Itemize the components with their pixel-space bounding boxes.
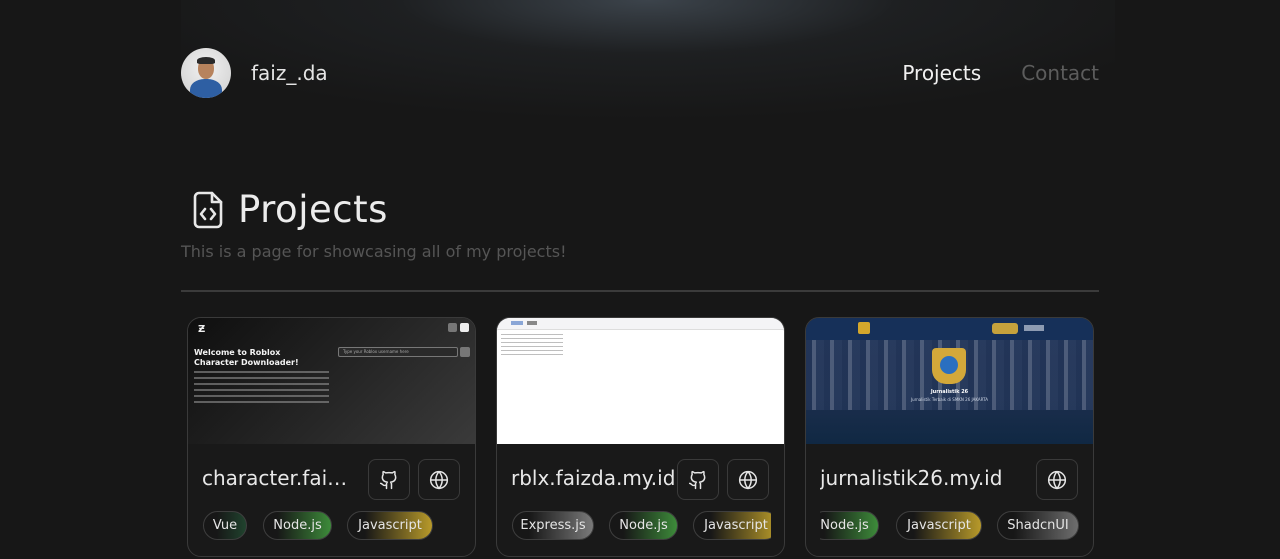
tag-list: Express.js Node.js Javascript <box>511 511 771 541</box>
site-header: faiz_.da Projects Contact <box>181 48 1099 98</box>
preview-heading: Welcome to Roblox Character Downloader! <box>194 348 299 367</box>
project-card[interactable]: Jurnalistik 26 Jurnalistik Terbaik di SM… <box>805 317 1094 557</box>
website-button[interactable] <box>418 459 460 500</box>
tag: Node.js <box>820 511 879 540</box>
github-button[interactable] <box>368 459 410 500</box>
website-button[interactable] <box>727 459 769 500</box>
project-card[interactable]: rblx.faizda.my.id Express.js Node.js Jav… <box>496 317 785 557</box>
divider <box>181 290 1099 292</box>
tag-list: Vue Node.js Javascript <box>202 511 462 541</box>
project-card[interactable]: Ƶ Welcome to Roblox Character Downloader… <box>187 317 476 557</box>
globe-icon <box>738 470 758 489</box>
preview-subheading: Jurnalistik Terbaik di SMKN 26 JAKARTA <box>910 397 989 402</box>
project-title[interactable]: jurnalistik26.my.id <box>820 466 1020 490</box>
page-title: Projects <box>238 188 388 231</box>
tag: Node.js <box>609 511 678 540</box>
tag: Express.js <box>512 511 594 540</box>
preview-logo: Ƶ <box>198 324 206 335</box>
school-crest-icon <box>932 348 966 384</box>
tag-list: Node.js Javascript ShadcnUI <box>820 511 1080 541</box>
avatar[interactable] <box>181 48 231 98</box>
github-button[interactable] <box>677 459 719 500</box>
tag: Node.js <box>263 511 332 540</box>
tag: Javascript <box>347 511 433 540</box>
nav-contact[interactable]: Contact <box>1021 61 1099 85</box>
project-preview[interactable] <box>497 318 784 444</box>
globe-icon <box>1047 470 1067 489</box>
tag: Vue <box>203 511 247 540</box>
globe-icon <box>429 470 449 489</box>
github-icon <box>379 470 397 489</box>
project-title[interactable]: character.faiz... <box>202 466 354 490</box>
project-title[interactable]: rblx.faizda.my.id <box>511 466 677 490</box>
tag: Javascript <box>693 511 771 540</box>
brand-name[interactable]: faiz_.da <box>251 61 328 85</box>
main-nav: Projects Contact <box>902 61 1099 85</box>
github-icon <box>688 470 706 489</box>
page-title-row: Projects <box>191 188 388 231</box>
preview-input: Type your Roblox username here <box>338 347 458 357</box>
preview-heading: Jurnalistik 26 <box>930 389 969 395</box>
website-button[interactable] <box>1036 459 1078 500</box>
project-preview[interactable]: Ƶ Welcome to Roblox Character Downloader… <box>188 318 475 444</box>
tag: ShadcnUI <box>997 511 1079 540</box>
tag: Javascript <box>896 511 982 540</box>
file-code-icon <box>193 191 223 228</box>
page-subtitle: This is a page for showcasing all of my … <box>181 242 567 261</box>
project-preview[interactable]: Jurnalistik 26 Jurnalistik Terbaik di SM… <box>806 318 1093 444</box>
nav-projects[interactable]: Projects <box>902 61 981 85</box>
